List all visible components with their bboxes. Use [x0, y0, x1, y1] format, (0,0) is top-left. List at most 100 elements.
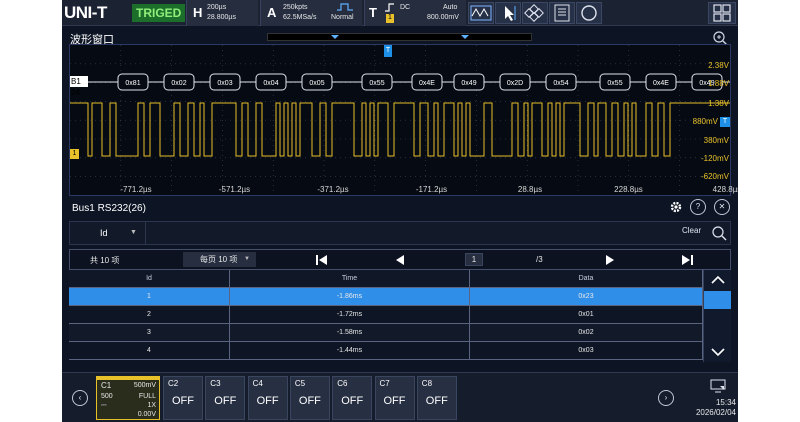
- table-scrollbar[interactable]: [703, 270, 731, 362]
- scroll-right-icon[interactable]: ›: [658, 390, 674, 406]
- search-icon[interactable]: [576, 2, 602, 24]
- trigger-level-value: 800.00mV: [427, 14, 459, 21]
- table-cell-time: -1.72ms: [230, 306, 470, 324]
- acquire-mode-value: Normal: [331, 14, 354, 21]
- channel1-name: C1: [101, 381, 112, 390]
- bus-frame[interactable]: 0x81: [117, 73, 149, 91]
- time-scale-label: 28.8µs: [517, 185, 543, 194]
- channel-card-c8[interactable]: C8 OFF: [416, 376, 457, 420]
- bus-frame[interactable]: 0x49: [453, 73, 485, 91]
- clock-date: 2026/02/04: [695, 408, 736, 417]
- bus-frame[interactable]: 0x2D: [499, 73, 531, 91]
- channel-card-c2[interactable]: C2 OFF: [163, 376, 203, 420]
- time-scale-label: -371.2µs: [317, 185, 349, 194]
- bus-label[interactable]: B1 24: [70, 76, 88, 97]
- next-page-icon[interactable]: [605, 255, 615, 265]
- per-page-label: 每页 10 项: [200, 255, 238, 264]
- filter-search-icon[interactable]: [711, 225, 727, 241]
- remote-display-icon[interactable]: [710, 379, 726, 393]
- trigger-status-badge[interactable]: TRIGED: [132, 4, 186, 22]
- waveform-measure-icon[interactable]: [468, 2, 494, 24]
- scroll-up-icon[interactable]: [711, 275, 725, 284]
- bus-frame-label: 0x49: [461, 80, 476, 87]
- dc-coupling-icon: ⎓: [101, 402, 107, 409]
- help-icon[interactable]: ?: [690, 199, 706, 215]
- channel-card-c5[interactable]: C5 OFF: [289, 376, 330, 420]
- bus-frame[interactable]: 0x4E: [411, 73, 443, 91]
- overview-marker-left: [331, 35, 339, 39]
- waveform-overview-strip[interactable]: [267, 33, 532, 41]
- horizontal-settings[interactable]: H 200µs 28.800µs: [186, 0, 258, 26]
- bus-frame-label: 0x2D: [507, 80, 523, 87]
- clear-button[interactable]: Clear: [682, 226, 701, 235]
- bus-frame[interactable]: 0x03: [209, 73, 241, 91]
- filter-field-select[interactable]: Id ▼: [70, 222, 146, 244]
- table-cell-data: 0x03: [470, 342, 703, 360]
- table-row[interactable]: 1 -1.86ms 0x23: [69, 288, 703, 306]
- column-header-data[interactable]: Data: [470, 270, 703, 288]
- last-page-icon[interactable]: [681, 255, 693, 265]
- channel1-card[interactable]: C1 500mV 500 FULL ⎓ 1X 0.00V: [96, 376, 160, 420]
- time-scale-label: -171.2µs: [415, 185, 448, 194]
- bus-frame[interactable]: 0x4E: [645, 73, 677, 91]
- voltage-scale-label: 2.38V: [708, 61, 729, 70]
- channel-state: OFF: [425, 395, 448, 407]
- channel-name: C2: [168, 379, 179, 388]
- time-scale-label: -771.2µs: [120, 185, 152, 194]
- table-cell-id: 3: [69, 324, 230, 342]
- column-header-id[interactable]: Id: [69, 270, 230, 288]
- table-cell-id: 2: [69, 306, 230, 324]
- bus-frame[interactable]: 0x55: [599, 73, 631, 91]
- channel-card-c4[interactable]: C4 OFF: [247, 376, 288, 420]
- scroll-left-icon[interactable]: ‹: [72, 390, 88, 406]
- channel-name: C8: [421, 379, 433, 388]
- bus-frame[interactable]: 0x05: [301, 73, 333, 91]
- time-scale-label: 428.8µs: [712, 185, 738, 194]
- bus-frame[interactable]: 0x04: [255, 73, 287, 91]
- table-row[interactable]: 4 -1.44ms 0x03: [69, 342, 703, 360]
- close-icon[interactable]: ✕: [714, 199, 730, 215]
- current-page-input[interactable]: 1: [465, 253, 483, 266]
- bus-frame-label: 0x03: [217, 80, 232, 87]
- cursor-icon[interactable]: [495, 2, 521, 24]
- trigger-position-value: 28.800µs: [207, 14, 236, 21]
- trigger-level-marker[interactable]: T: [720, 117, 730, 127]
- per-page-select[interactable]: 每页 10 项 ▼: [183, 252, 256, 267]
- waveform-area[interactable]: 0x81 0x02 0x03 0x04 0x05 0x55 0x4E 0x49 0x2D 0x54…: [69, 44, 738, 196]
- table-cell-data: 0x01: [470, 306, 703, 324]
- acquire-settings[interactable]: A 250kpts 62.5MSa/s Normal: [260, 0, 362, 26]
- table-cell-data: 0x23: [470, 288, 703, 306]
- table-row[interactable]: 3 -1.58ms 0x02: [69, 324, 703, 342]
- total-items-label: 共 10 项: [90, 256, 120, 265]
- bus-frame[interactable]: 0x54: [545, 73, 577, 91]
- previous-page-icon[interactable]: [395, 255, 405, 265]
- column-header-time[interactable]: Time: [230, 270, 470, 288]
- bus-frame-label: 0x4E: [653, 80, 669, 87]
- table-row[interactable]: 2 -1.72ms 0x01: [69, 306, 703, 324]
- scroll-thumb[interactable]: [704, 291, 731, 309]
- document-icon[interactable]: [549, 2, 575, 24]
- menu-grid-icon[interactable]: [708, 2, 736, 24]
- bus-frame[interactable]: 0x02: [163, 73, 195, 91]
- memory-depth-value: 250kpts: [283, 4, 308, 11]
- voltage-scale-label: -120mV: [700, 154, 729, 163]
- time-scale-label: 228.8µs: [614, 185, 643, 194]
- scroll-down-icon[interactable]: [711, 348, 725, 357]
- settings-gear-icon[interactable]: [669, 200, 683, 214]
- first-page-icon[interactable]: [316, 255, 328, 265]
- bus-frame-label: 0x81: [125, 80, 140, 87]
- channel1-marker[interactable]: 1: [70, 149, 79, 159]
- math-icon[interactable]: [522, 2, 548, 24]
- bus-frame-label: 0x04: [263, 80, 278, 87]
- channel-card-c6[interactable]: C6 OFF: [332, 376, 373, 420]
- per-page-chevron-icon: ▼: [244, 256, 250, 262]
- channel-card-c7[interactable]: C7 OFF: [374, 376, 415, 420]
- table-header-row: Id Time Data: [69, 270, 703, 288]
- trigger-time-marker[interactable]: T: [384, 45, 392, 57]
- channel-state: OFF: [298, 395, 321, 407]
- trigger-settings[interactable]: T 1 DC Auto 800.00mV: [364, 0, 466, 26]
- table-cell-time: -1.44ms: [230, 342, 470, 360]
- voltage-scale-label: 880mV: [692, 117, 718, 126]
- channel-card-c3[interactable]: C3 OFF: [205, 376, 246, 420]
- bus-frame[interactable]: 0x55: [361, 73, 393, 91]
